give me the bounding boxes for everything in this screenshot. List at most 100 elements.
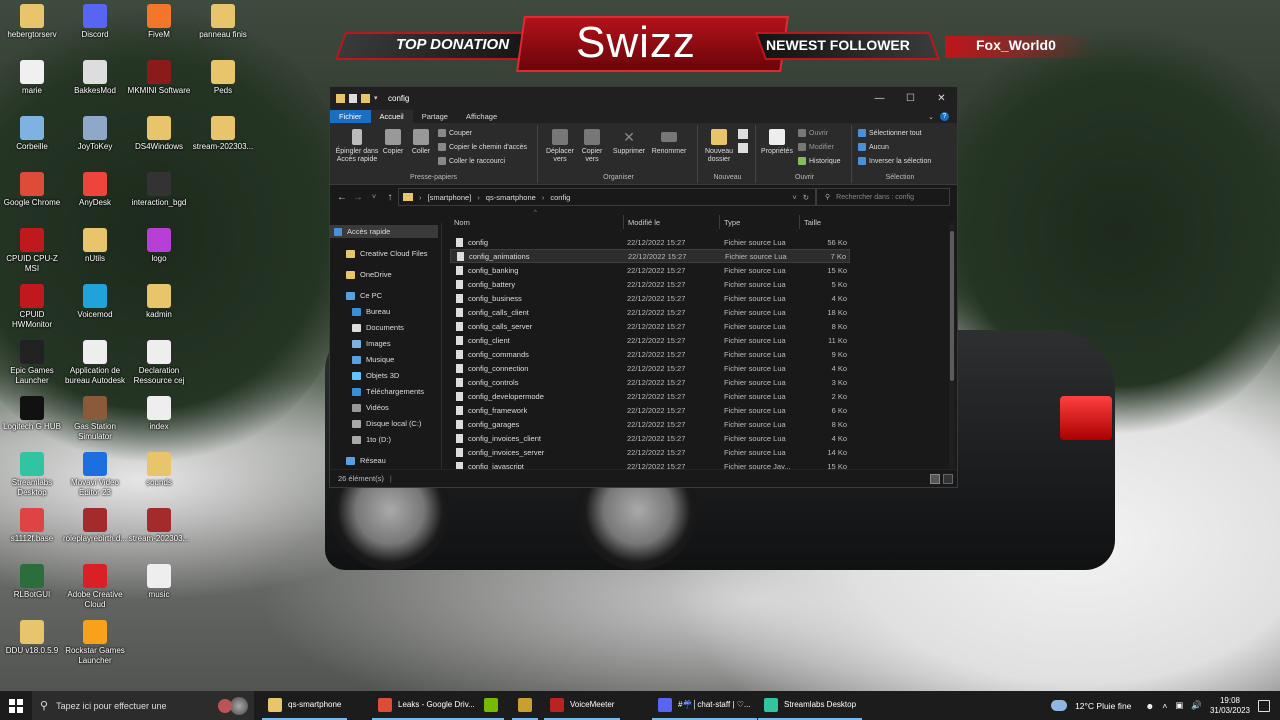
desktop-icon-archive[interactable]: stream-202303... [127,508,191,544]
network-icon[interactable]: ▣ [1175,700,1183,711]
properties-button[interactable]: Propriétés [758,129,796,156]
file-row[interactable]: config_garages 22/12/2022 15:27 Fichier so… [450,417,850,431]
desktop-icon-html[interactable]: index [127,396,191,432]
file-row[interactable]: config_animations 22/12/2022 15:27 Fichier… [450,249,850,263]
desktop-icon-folder[interactable]: Peds [191,60,255,96]
help-icon[interactable]: ? [940,112,949,121]
modify-button[interactable]: Modifier [798,143,834,151]
file-row[interactable]: config_banking 22/12/2022 15:27 Fichier so… [450,263,850,277]
open-button[interactable]: Ouvrir [798,129,828,137]
start-button[interactable] [0,691,32,720]
desktop-icon-music-file[interactable]: music [127,564,191,600]
tab-partage[interactable]: Partage [413,110,457,123]
file-row[interactable]: config 22/12/2022 15:27 Fichier source Lua… [450,235,850,249]
notifications-icon[interactable] [1258,699,1270,712]
desktop-icon-folder[interactable]: kadmin [127,284,191,320]
file-row[interactable]: config_client 22/12/2022 15:27 Fichier sou… [450,333,850,347]
history-button[interactable]: Historique [798,157,841,165]
delete-button[interactable]: ✕ Supprimer [610,129,648,156]
recent-locations-button[interactable]: ˅ [366,194,382,201]
weather-icon[interactable] [1051,700,1068,711]
file-row[interactable]: config_connection 22/12/2022 15:27 Fichier… [450,361,850,375]
move-to-button[interactable]: Déplacer vers [544,129,576,164]
desktop-icon-folder[interactable]: DS4Windows [127,116,191,152]
nav-drive-d[interactable]: 1to (D:) [352,435,391,444]
taskbar-item-voicemeeter[interactable]: VoiceMeeter [544,691,621,720]
file-row[interactable]: config_calls_client 22/12/2022 15:27 Fichi… [450,305,850,319]
nav-creative-cloud[interactable]: Creative Cloud Files [346,249,428,258]
desktop-icon-chrome[interactable]: Google Chrome [0,172,64,208]
search-highlight-icon[interactable] [230,696,248,715]
title-bar[interactable]: ▾ config — ☐ ✕ [330,87,957,109]
desktop-icon-document[interactable]: Declaration Ressource cej [127,340,191,386]
details-view-icon[interactable] [930,473,940,484]
breadcrumb-item[interactable]: qs-smartphone [486,193,536,202]
desktop-icon-autodesk[interactable]: Application de bureau Autodesk [63,340,127,386]
desktop-icon-fivem[interactable]: FiveM [127,4,191,40]
nav-documents[interactable]: Documents [352,323,404,332]
nav-music[interactable]: Musique [352,355,394,364]
file-row[interactable]: config_controls 22/12/2022 15:27 Fichier s… [450,375,850,389]
people-icon[interactable]: ☻ [1145,701,1154,711]
tab-accueil[interactable]: Accueil [370,110,413,123]
desktop-icon-folder[interactable]: nUtils [63,228,127,264]
select-none-button[interactable]: Aucun [858,143,889,151]
file-row[interactable]: config_commands 22/12/2022 15:27 Fichier s… [450,347,850,361]
chevron-down-icon[interactable]: ˅ [792,193,796,202]
desktop-icon-folder[interactable]: stream-202303... [191,116,255,152]
column-size[interactable]: Taille [800,215,850,229]
scroll-thumb[interactable] [950,231,954,381]
desktop-icon-bakkesmod[interactable]: BakkesMod [63,60,127,96]
copy-to-button[interactable]: Copier vers [576,129,608,164]
desktop-icon-discord[interactable]: Discord [63,4,127,40]
desktop-icon-document[interactable]: marie [0,60,64,96]
back-button[interactable]: ← [334,192,350,203]
paste-button[interactable]: Coller [408,129,434,156]
tab-fichier[interactable]: Fichier [330,110,371,123]
taskbar-item-folder[interactable]: qs-smartphone [262,691,348,720]
maximize-button[interactable]: ☐ [895,87,926,109]
file-row[interactable]: config_framework 22/12/2022 15:27 Fichier … [450,403,850,417]
taskbar-item-streamlabs[interactable]: Streamlabs Desktop [758,691,863,720]
paste-shortcut-button[interactable]: Coller le raccourci [438,157,505,165]
desktop-icon-epic[interactable]: Epic Games Launcher [0,340,64,386]
desktop-icon-hwmonitor[interactable]: CPUID HWMonitor [0,284,64,330]
clock[interactable]: 19:08 31/03/2023 [1210,696,1250,716]
volume-icon[interactable]: 🔊 [1191,700,1202,711]
tab-affichage[interactable]: Affichage [457,110,506,123]
taskbar-item-chrome[interactable]: Leaks - Google Driv... [372,691,481,720]
nav-this-pc[interactable]: Ce PC [346,291,382,300]
properties-icon[interactable] [349,93,357,103]
copy-button[interactable]: Copier [380,129,406,156]
new-folder-button[interactable]: Nouveau dossier [702,129,736,164]
chevron-down-icon[interactable]: ▾ [374,94,380,103]
expand-ribbon-icon[interactable]: ⌄ [928,113,934,121]
breadcrumb-item[interactable]: config [550,193,570,202]
nav-network[interactable]: Réseau [346,456,386,465]
file-row[interactable]: config_calls_server 22/12/2022 15:27 Fichi… [450,319,850,333]
breadcrumb-item[interactable]: [smartphone] [428,193,472,202]
desktop-icon-app[interactable]: interaction_bgd [127,172,191,208]
rename-button[interactable]: Renommer [648,129,690,156]
taskbar-pinned-app[interactable] [218,691,232,720]
refresh-icon[interactable]: ↻ [803,193,809,202]
weather-text[interactable]: 12°C Pluie fine [1075,701,1131,711]
desktop-icon-rlbot[interactable]: RLBotGUI [0,564,64,600]
file-explorer-window[interactable]: ▾ config — ☐ ✕ Fichier Accueil Partage A… [329,86,958,488]
desktop-icon-joystick[interactable]: JoyToKey [63,116,127,152]
desktop-icon-folder[interactable]: DDU v18.0.5.9 [0,620,64,656]
forward-button[interactable]: → [350,192,366,203]
file-row[interactable]: config_invoices_client 22/12/2022 15:27 Fi… [450,431,850,445]
taskbar-item-nvidia[interactable] [478,691,504,720]
address-bar[interactable]: › [smartphone] › qs-smartphone › config … [398,188,816,206]
desktop-icon-streamlabs[interactable]: Streamlabs Desktop [0,452,64,498]
nav-desktop[interactable]: Bureau [352,307,390,316]
column-name[interactable]: Nom [450,215,624,229]
column-modified[interactable]: Modifié le [624,215,720,229]
new-folder-icon[interactable] [361,93,370,103]
up-button[interactable]: ↑ [382,192,398,203]
nav-quick-access[interactable]: Accès rapide [330,225,438,238]
nav-videos[interactable]: Vidéos [352,403,389,412]
desktop-icon-database[interactable]: s1112f.base [0,508,64,544]
desktop-icon-image[interactable]: logo [127,228,191,264]
